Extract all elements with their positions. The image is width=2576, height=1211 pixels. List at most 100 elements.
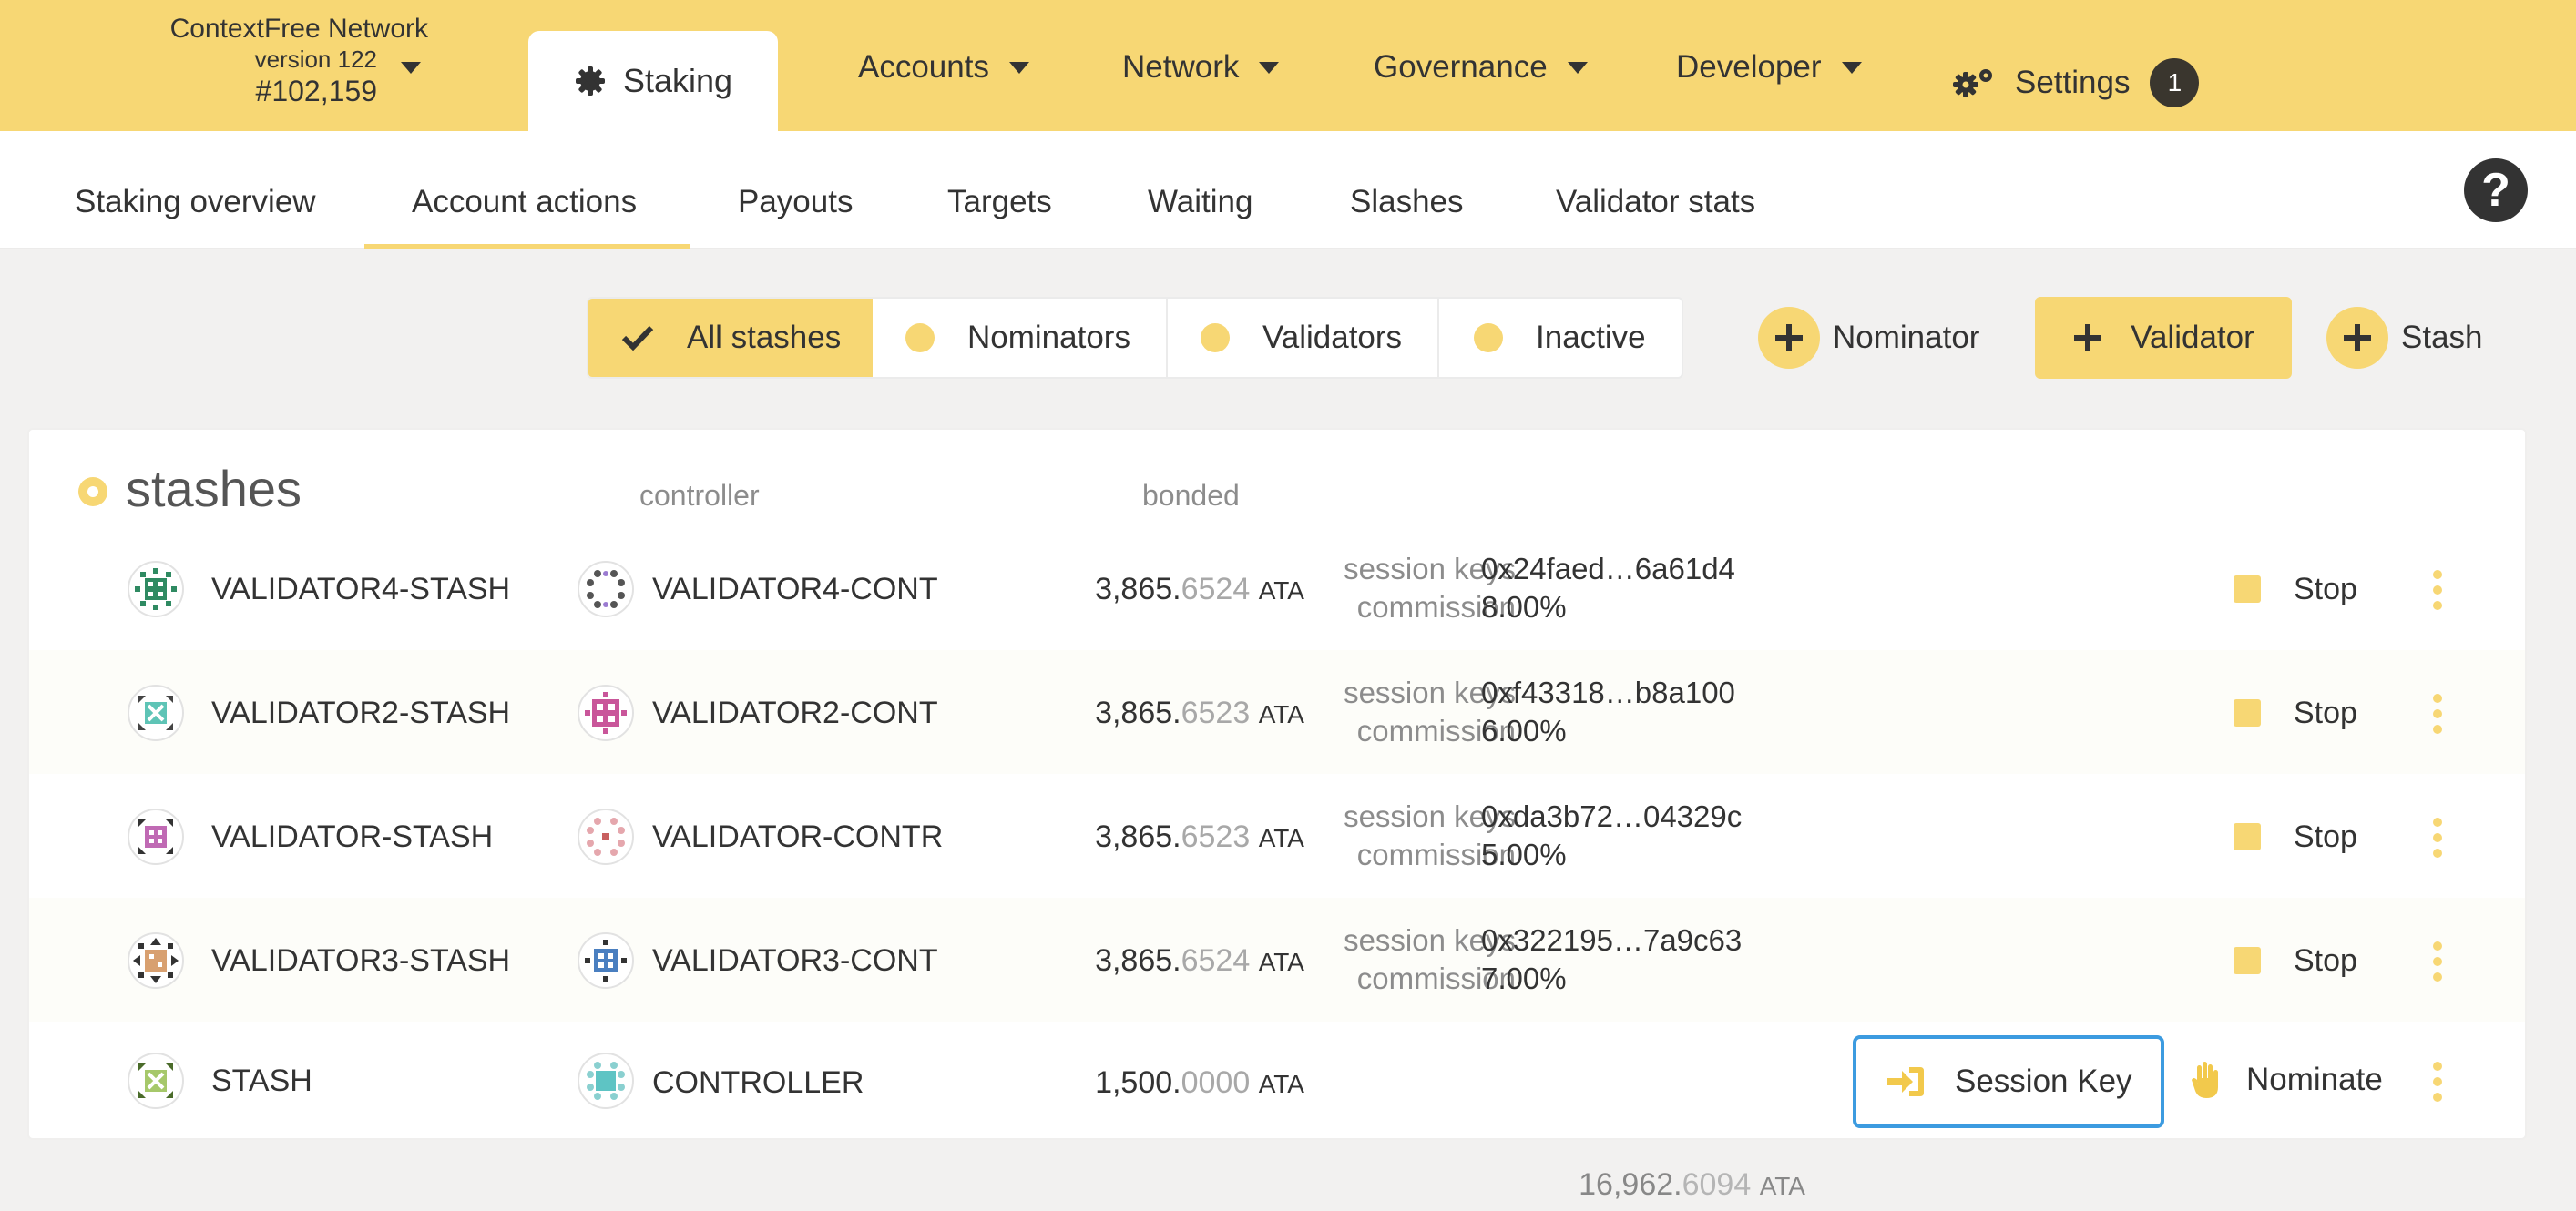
account-identicon bbox=[578, 1053, 634, 1109]
bonded-dec: 6524 bbox=[1181, 572, 1251, 606]
chain-name: ContextFree Network bbox=[169, 14, 428, 44]
stop-icon bbox=[2234, 947, 2261, 974]
bonded-unit: ATA bbox=[1258, 700, 1304, 728]
account-identicon bbox=[128, 561, 184, 617]
plus-icon bbox=[2326, 307, 2388, 369]
menu-network[interactable]: Network bbox=[1122, 49, 1280, 86]
add-stash-button[interactable]: Stash bbox=[2326, 297, 2483, 379]
kebab-icon[interactable] bbox=[2432, 1062, 2443, 1102]
filter-nominators[interactable]: Nominators bbox=[873, 299, 1166, 377]
stop-button[interactable]: Stop bbox=[2294, 696, 2357, 731]
bonded-unit: ATA bbox=[1258, 948, 1304, 976]
stop-icon bbox=[2234, 575, 2261, 603]
top-navbar: ContextFree Network version 122 #102,159… bbox=[0, 0, 2576, 131]
filter-all-stashes[interactable]: All stashes bbox=[588, 299, 873, 377]
stash-account-name[interactable]: STASH bbox=[211, 1063, 312, 1099]
menu-accounts-label: Accounts bbox=[858, 49, 989, 85]
staking-gear-icon bbox=[575, 66, 605, 96]
stop-button[interactable]: Stop bbox=[2294, 943, 2357, 979]
filter-validators[interactable]: Validators bbox=[1168, 299, 1437, 377]
check-icon bbox=[621, 325, 654, 351]
commission-value: 6.00% bbox=[1481, 714, 1567, 748]
controller-account-name[interactable]: VALIDATOR4-CONT bbox=[652, 572, 938, 607]
menu-governance-label: Governance bbox=[1374, 49, 1548, 85]
subtab-validator-stats[interactable]: Validator stats bbox=[1556, 184, 1755, 220]
hand-icon bbox=[2192, 1062, 2218, 1098]
bonded-int: 3,865. bbox=[1095, 943, 1181, 978]
account-identicon bbox=[128, 932, 184, 989]
total-dec: 6094 bbox=[1682, 1167, 1752, 1202]
controller-account-name[interactable]: CONTROLLER bbox=[652, 1065, 864, 1101]
controller-account-name[interactable]: VALIDATOR-CONTR bbox=[652, 819, 943, 855]
account-identicon bbox=[128, 809, 184, 865]
kebab-icon[interactable] bbox=[2432, 941, 2443, 982]
tab-staking-label: Staking bbox=[622, 62, 733, 99]
active-subtab-indicator bbox=[364, 244, 690, 249]
menu-settings[interactable]: Settings 1 bbox=[1953, 33, 2200, 133]
account-identicon bbox=[128, 1053, 184, 1109]
subtab-slashes[interactable]: Slashes bbox=[1350, 184, 1464, 220]
subtab-targets[interactable]: Targets bbox=[947, 184, 1052, 220]
stash-account-name[interactable]: VALIDATOR-STASH bbox=[211, 819, 493, 855]
account-identicon bbox=[578, 932, 634, 989]
subtab-staking-overview[interactable]: Staking overview bbox=[75, 184, 316, 220]
stash-account-name[interactable]: VALIDATOR2-STASH bbox=[211, 696, 510, 731]
kebab-icon[interactable] bbox=[2432, 570, 2443, 610]
add-nominator-button[interactable]: Nominator bbox=[1758, 297, 1979, 379]
add-nominator-label: Nominator bbox=[1833, 320, 1980, 355]
sub-navbar: Staking overview Account actions Payouts… bbox=[0, 131, 2576, 249]
stashes-title: stashes bbox=[126, 460, 302, 517]
session-keys-value: 0xda3b72…04329c bbox=[1481, 799, 1743, 833]
subtab-waiting[interactable]: Waiting bbox=[1148, 184, 1252, 220]
chevron-down-icon bbox=[401, 62, 421, 74]
kebab-icon[interactable] bbox=[2432, 694, 2443, 734]
bonded-int: 3,865. bbox=[1095, 696, 1181, 730]
chevron-down-icon bbox=[1841, 61, 1862, 74]
nominate-button[interactable]: Nominate bbox=[2190, 1062, 2383, 1098]
bonded-int: 3,865. bbox=[1095, 572, 1181, 606]
stash-account-name[interactable]: VALIDATOR4-STASH bbox=[211, 572, 510, 607]
stash-filter-group: All stashes Nominators Validators Inacti… bbox=[587, 297, 1683, 379]
bonded-dec: 0000 bbox=[1181, 1065, 1251, 1100]
chain-block-number: #102,159 bbox=[255, 75, 377, 108]
menu-accounts[interactable]: Accounts bbox=[858, 49, 1029, 86]
controller-account-name[interactable]: VALIDATOR2-CONT bbox=[652, 696, 938, 731]
add-validator-button[interactable]: Validator bbox=[2035, 297, 2292, 379]
bonded-unit: ATA bbox=[1258, 824, 1304, 852]
menu-governance[interactable]: Governance bbox=[1374, 49, 1588, 86]
bonded-amount: 1,500.0000 ATA bbox=[1095, 1065, 1304, 1101]
kebab-icon[interactable] bbox=[2432, 818, 2443, 858]
account-identicon bbox=[578, 809, 634, 865]
session-keys-value: 0x24faed…6a61d4 bbox=[1481, 552, 1735, 585]
radio-dot-icon bbox=[905, 323, 935, 352]
set-session-key-button[interactable]: Session Key bbox=[1853, 1035, 2164, 1128]
bonded-int: 1,500. bbox=[1095, 1065, 1181, 1100]
bonded-unit: ATA bbox=[1258, 1070, 1304, 1098]
account-identicon bbox=[578, 561, 634, 617]
stop-button[interactable]: Stop bbox=[2294, 819, 2357, 855]
radio-dot-icon bbox=[1201, 323, 1230, 352]
menu-network-label: Network bbox=[1122, 49, 1240, 85]
plus-icon bbox=[2074, 324, 2102, 351]
bonded-dec: 6524 bbox=[1181, 943, 1251, 978]
help-icon[interactable]: ? bbox=[2464, 158, 2528, 222]
subtab-payouts[interactable]: Payouts bbox=[738, 184, 853, 220]
bonded-amount: 3,865.6523 ATA bbox=[1095, 696, 1304, 731]
commission-value: 7.00% bbox=[1481, 962, 1567, 995]
bonded-int: 3,865. bbox=[1095, 819, 1181, 854]
menu-developer[interactable]: Developer bbox=[1676, 49, 1862, 86]
nominate-label: Nominate bbox=[2246, 1062, 2383, 1097]
account-identicon bbox=[128, 685, 184, 741]
tab-staking[interactable]: Staking bbox=[528, 31, 778, 131]
commission-value: 5.00% bbox=[1481, 838, 1567, 871]
stash-account-name[interactable]: VALIDATOR3-STASH bbox=[211, 943, 510, 979]
controller-account-name[interactable]: VALIDATOR3-CONT bbox=[652, 943, 938, 979]
filter-inactive[interactable]: Inactive bbox=[1439, 299, 1682, 377]
subtab-account-actions[interactable]: Account actions bbox=[412, 184, 637, 220]
stop-button[interactable]: Stop bbox=[2294, 572, 2357, 607]
session-keys-value: 0xf43318…b8a100 bbox=[1481, 676, 1735, 709]
session-keys-value: 0x322195…7a9c63 bbox=[1481, 923, 1743, 957]
chevron-down-icon bbox=[1008, 61, 1029, 74]
chain-selector[interactable]: ContextFree Network version 122 #102,159 bbox=[170, 13, 428, 109]
filter-inactive-label: Inactive bbox=[1536, 320, 1646, 355]
